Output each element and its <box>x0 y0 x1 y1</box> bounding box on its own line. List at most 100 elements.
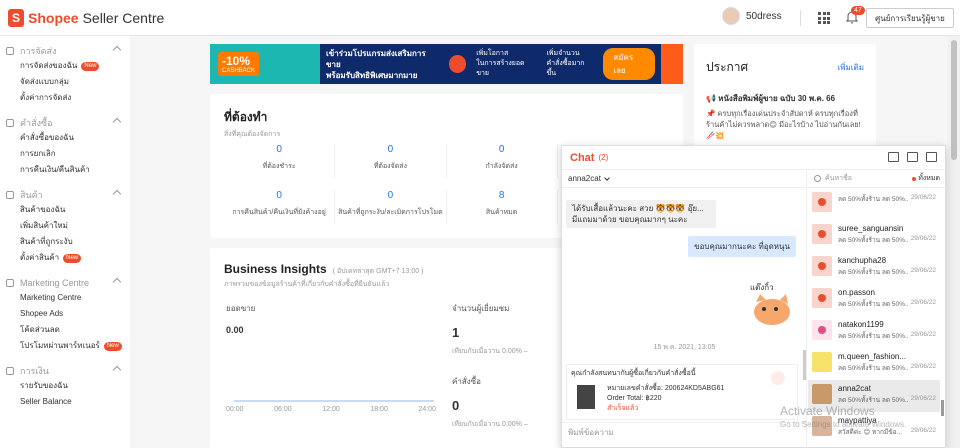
sidebar-item-my-products[interactable]: สินค้าของฉัน <box>0 202 130 218</box>
chat-unread-count: (2) <box>598 153 609 162</box>
announcement-item[interactable]: 📢 หนังสือพิมพ์ผู้ขาย ฉบับ 30 พ.ค. 66 📌 ค… <box>706 93 864 141</box>
shopee-bag-icon: S <box>8 8 24 27</box>
sidebar-item-my-income[interactable]: รายรับของฉัน <box>0 378 130 394</box>
new-badge: New <box>63 253 82 263</box>
open-window-icon[interactable] <box>888 152 899 162</box>
chevron-up-icon <box>112 277 122 287</box>
conversation-contact[interactable]: anna2cat <box>562 170 806 188</box>
sidebar-section-orders: คำสั่งซื้อ คำสั่งซื้อของฉัน การยกเลิก กา… <box>0 116 130 178</box>
sidebar-item-returns[interactable]: การคืนเงิน/คืนสินค้า <box>0 162 130 178</box>
sidebar-item-seller-balance[interactable]: Seller Balance <box>0 394 130 410</box>
cat-sticker-icon: แต๊งกิ้ว <box>750 282 790 325</box>
banner-decoration <box>661 44 683 84</box>
sales-line-chart <box>234 400 434 402</box>
sidebar-item-cancellation[interactable]: การยกเลิก <box>0 146 130 162</box>
sidebar: การจัดส่ง การจัดส่งของฉัน New จัดส่งแบบกล… <box>0 36 130 448</box>
sidebar-item-mass-ship[interactable]: จัดส่งแบบกลุ่ม <box>0 74 130 90</box>
new-badge: New <box>81 61 100 71</box>
sidebar-item-banned-products[interactable]: สินค้าที่ถูกระงับ <box>0 234 130 250</box>
clipboard-icon <box>6 119 14 127</box>
sidebar-item-product-settings[interactable]: ตั้งค่าสินค้า New <box>0 250 130 266</box>
message-input[interactable]: พิมพ์ข้อความ <box>562 422 807 448</box>
sidebar-item-shipping-settings[interactable]: ตั้งค่าการจัดส่ง <box>0 90 130 106</box>
sidebar-section-products: สินค้า สินค้าของฉัน เพิ่มสินค้าใหม่ สินค… <box>0 188 130 266</box>
sidebar-item-my-shipment[interactable]: การจัดส่งของฉัน New <box>0 58 130 74</box>
minimize-icon[interactable] <box>907 152 918 162</box>
windows-activation-watermark: Activate Windows Go to Settings to activ… <box>780 404 907 429</box>
chat-header: Chat (2) <box>562 146 945 170</box>
insights-updated: ( อัปเดทล่าสุด GMT+7 13:00 ) <box>332 268 424 275</box>
chart-time-axis: 00:00 06:00 12:00 18:00 24:00 <box>226 406 436 413</box>
expand-chevron-icon[interactable] <box>771 371 785 385</box>
banner-cashback: -10% CASHBACK <box>210 44 320 84</box>
new-badge: New <box>103 341 122 351</box>
chevron-up-icon <box>112 365 122 375</box>
chat-title: Chat <box>570 151 595 164</box>
list-item[interactable]: on.passon ลด 50%ทั้งร้าน ลด 50%... 29/06/2… <box>808 284 940 316</box>
wallet-icon <box>6 367 14 375</box>
todo-item[interactable]: 8 สินค้าหมด <box>447 190 558 224</box>
sidebar-section-header[interactable]: การจัดส่ง <box>0 44 130 58</box>
outgoing-message: ขอบคุณมากนะคะ ที่อุดหนุน <box>688 236 796 257</box>
sales-metric: ยอดขาย 0.00 <box>226 304 256 335</box>
sidebar-section-header[interactable]: Marketing Centre <box>0 276 130 290</box>
learning-centre-button[interactable]: ศูนย์การเรียนรู้ผู้ขาย <box>866 8 954 28</box>
user-name: 50dress <box>746 10 782 22</box>
sidebar-item-affiliate[interactable]: โปรโมทผ่านพาร์ทเนอร์ New <box>0 338 130 354</box>
list-item[interactable]: ลด 50%ทั้งร้าน ลด 50%... 29/06/22 <box>808 188 940 220</box>
contact-list-scrollbar[interactable] <box>941 400 944 416</box>
sidebar-section-header[interactable]: สินค้า <box>0 188 130 202</box>
conversation-scrollbar[interactable] <box>803 350 806 380</box>
todo-item[interactable]: 0 ที่ต้องชำระ <box>224 144 336 178</box>
sidebar-item-vouchers[interactable]: โค้ดส่วนลด <box>0 322 130 338</box>
todo-item[interactable]: 0 ที่ต้องจัดส่ง <box>335 144 447 178</box>
product-thumbnail <box>577 385 595 409</box>
sidebar-item-my-orders[interactable]: คำสั่งซื้อของฉัน <box>0 130 130 146</box>
sidebar-section-marketing: Marketing Centre Marketing Centre Shopee… <box>0 276 130 354</box>
list-item[interactable]: m.queen_fashion... ลด 50%ทั้งร้าน ลด 50%.… <box>808 348 940 380</box>
banner-apply-button[interactable]: สมัครเลย <box>603 48 655 80</box>
sidebar-section-header[interactable]: การเงิน <box>0 364 130 378</box>
box-icon <box>6 191 14 199</box>
page-scrollbar-thumb[interactable] <box>951 40 957 160</box>
avatar <box>722 7 740 25</box>
collapse-icon[interactable] <box>926 152 937 162</box>
list-item[interactable]: kanchupha28 ลด 50%ทั้งร้าน ลด 50%... 29/06… <box>808 252 940 284</box>
notification-badge: 47 <box>851 6 865 15</box>
sidebar-item-shopee-ads[interactable]: Shopee Ads <box>0 306 130 322</box>
conversation-panel: anna2cat ได้รับเสื้อแล้วนะคะ สวย 🐯🐯🐯 อุ๊… <box>562 170 807 448</box>
chat-window: Chat (2) anna2cat ได้รับเสื้อแล้วนะคะ สว… <box>561 145 946 448</box>
sidebar-section-finance: การเงิน รายรับของฉัน Seller Balance <box>0 364 130 410</box>
top-bar: S Shopee Seller Centre 50dress 47 ศูนย์ก… <box>0 0 960 36</box>
todo-item[interactable]: 0 การคืนสินค้า/คืนเงินที่ยังค้างอยู่ <box>224 190 336 224</box>
chevron-up-icon <box>112 117 122 127</box>
todo-item[interactable]: 0 สินค้าที่ถูกระงับ/ละเมิดการโปรโมต <box>335 190 447 224</box>
header-divider <box>800 10 801 26</box>
list-item[interactable]: natakon1199 ลด 50%ทั้งร้าน ลด 50%... 29/06… <box>808 316 940 348</box>
shopee-logo[interactable]: S Shopee Seller Centre <box>8 8 165 27</box>
chevron-up-icon <box>112 45 122 55</box>
truck-icon <box>6 47 14 55</box>
sidebar-section-header[interactable]: คำสั่งซื้อ <box>0 116 130 130</box>
list-item[interactable]: suree_sanguansin ลด 50%ทั้งร้าน ลด 50%...… <box>808 220 940 252</box>
apps-grid-icon[interactable] <box>818 12 830 24</box>
svg-text:แต๊งกิ้ว: แต๊งกิ้ว <box>750 282 774 292</box>
contact-search[interactable]: ค้นหาชื่อ ทั้งหมด <box>808 170 946 188</box>
user-menu[interactable]: 50dress <box>722 7 782 25</box>
search-icon <box>814 175 821 182</box>
chevron-down-icon <box>604 174 610 181</box>
sidebar-section-shipping: การจัดส่ง การจัดส่งของฉัน New จัดส่งแบบกล… <box>0 44 130 106</box>
promo-banner[interactable]: -10% CASHBACK เข้าร่วมโปรแกรมส่งเสริมการข… <box>210 44 683 84</box>
logo-subtitle: Seller Centre <box>82 9 165 26</box>
banner-badge-icon <box>448 55 467 73</box>
todo-title: ที่ต้องทำ <box>224 110 268 124</box>
announcement-more-link[interactable]: เพิ่มเติม <box>838 61 864 74</box>
order-info-card[interactable]: คุณกำลังสนทนากับผู้ซื้อเกี่ยวกับคำสั่งซื… <box>566 364 798 420</box>
todo-item[interactable]: 0 กำลังจัดส่ง <box>447 144 558 178</box>
announcement-title: ประกาศ <box>706 60 749 74</box>
banner-main: เข้าร่วมโปรแกรมส่งเสริมการขาย พร้อมรับสิท… <box>320 44 661 84</box>
incoming-message: ได้รับเสื้อแล้วนะคะ สวย 🐯🐯🐯 อุ๊ย... มีแถ… <box>566 200 716 228</box>
sidebar-item-marketing-centre[interactable]: Marketing Centre <box>0 290 130 306</box>
filter-dropdown[interactable]: ทั้งหมด <box>912 173 946 184</box>
sidebar-item-add-product[interactable]: เพิ่มสินค้าใหม่ <box>0 218 130 234</box>
